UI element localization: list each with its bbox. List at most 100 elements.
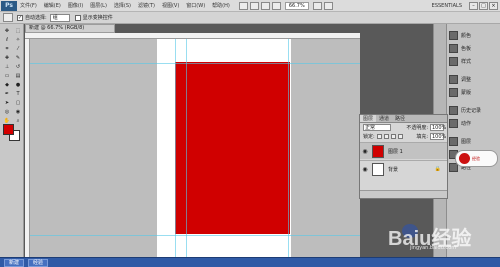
- crop-tool-icon[interactable]: ⌗: [2, 45, 12, 53]
- fill-label: 填充:: [416, 133, 428, 140]
- foreground-color-swatch[interactable]: [3, 124, 14, 135]
- fill-field[interactable]: 100%: [430, 132, 446, 140]
- actions-panel-icon: [449, 119, 458, 128]
- layer-thumbnail: [372, 162, 384, 176]
- layer-name: 图层 1: [388, 148, 403, 155]
- taskbar: 新建 经验: [0, 257, 500, 267]
- tab-channels[interactable]: 通道: [376, 115, 392, 122]
- history-panel-icon: [449, 106, 458, 115]
- tab-layers[interactable]: 图层: [360, 115, 377, 122]
- layers-panel-footer: [360, 190, 447, 198]
- app-bar-icons: 66.7%: [238, 1, 335, 10]
- dodge-tool-icon[interactable]: ●: [13, 81, 23, 89]
- red-rectangle-layer[interactable]: [174, 61, 291, 235]
- workspace-switcher[interactable]: ESSENTIALS: [432, 3, 462, 9]
- menu-file[interactable]: 文件(F): [20, 2, 37, 9]
- guide-line[interactable]: [288, 39, 289, 257]
- lasso-tool-icon[interactable]: ℓ: [2, 36, 12, 44]
- view-extras-icon[interactable]: [249, 1, 259, 10]
- eye-icon[interactable]: ◉: [361, 166, 369, 173]
- lock-position-icon[interactable]: [390, 133, 396, 139]
- photoshop-logo: Ps: [1, 0, 17, 11]
- styles-panel-icon: [449, 57, 458, 66]
- 3d-camera-icon[interactable]: ◉: [13, 108, 23, 116]
- menu-view[interactable]: 视图(V): [162, 2, 179, 9]
- minimize-icon[interactable]: –: [469, 1, 478, 10]
- history-brush-icon[interactable]: ↺: [13, 63, 23, 71]
- close-icon[interactable]: ×: [489, 1, 498, 10]
- show-transform-checkbox[interactable]: [74, 14, 81, 21]
- layer-row-layer1[interactable]: ◉ 图层 1: [360, 142, 447, 159]
- brush-tool-icon[interactable]: ✎: [13, 54, 23, 62]
- guide-line[interactable]: [186, 39, 187, 257]
- show-transform-label: 显示变换控件: [82, 15, 113, 21]
- blur-tool-icon[interactable]: ◆: [2, 81, 12, 89]
- document-tab[interactable]: 新建 @ 66.7% (RGB/8): [25, 24, 115, 33]
- opacity-label: 不透明度:: [406, 125, 428, 131]
- auto-select-dropdown[interactable]: 组: [49, 13, 70, 22]
- guide-line[interactable]: [30, 63, 360, 64]
- dock-item-actions[interactable]: 动作: [449, 118, 499, 129]
- type-tool-icon[interactable]: T: [13, 90, 23, 98]
- magic-wand-icon[interactable]: ✧: [13, 36, 23, 44]
- dock-item-swatches[interactable]: 色板: [449, 43, 499, 54]
- dock-item-history[interactable]: 历史记录: [449, 105, 499, 116]
- eye-icon[interactable]: ◉: [361, 148, 369, 155]
- options-bar: ✓ 自动选择: 组 显示变换控件: [0, 12, 500, 24]
- menu-bar: Ps 文件(F) 编辑(E) 图像(I) 图层(L) 选择(S) 滤镜(T) 视…: [0, 0, 500, 12]
- healing-brush-icon[interactable]: ✚: [2, 54, 12, 62]
- dock-item-adjustments[interactable]: 调整: [449, 74, 499, 85]
- dock-item-styles[interactable]: 样式: [449, 56, 499, 67]
- opacity-field[interactable]: 100%: [430, 124, 446, 131]
- hand-icon[interactable]: [260, 1, 270, 10]
- move-tool-preset-icon[interactable]: [3, 13, 13, 22]
- marquee-tool-icon[interactable]: ⬚: [13, 27, 23, 35]
- lock-transparent-icon[interactable]: [376, 133, 382, 139]
- lock-all-icon[interactable]: [397, 133, 403, 139]
- 3d-tool-icon[interactable]: ◎: [2, 108, 12, 116]
- move-tool-icon[interactable]: ✥: [2, 27, 12, 35]
- menu-image[interactable]: 图像(I): [68, 2, 83, 9]
- arrange-icon[interactable]: [312, 1, 322, 10]
- dock-item-color[interactable]: 颜色: [449, 30, 499, 41]
- menu-edit[interactable]: 编辑(E): [44, 2, 61, 9]
- masks-panel-icon: [449, 88, 458, 97]
- toolbox: ✥ ⬚ ℓ ✧ ⌗ ⁄ ✚ ✎ ⊥ ↺ ▭ ▤ ◆ ● ✒ T ➤ ▢ ◎ ◉ …: [0, 24, 24, 258]
- pen-tool-icon[interactable]: ✒: [2, 90, 12, 98]
- guide-line[interactable]: [175, 39, 176, 257]
- color-swatches[interactable]: [3, 124, 21, 142]
- swatches-panel-icon: [449, 44, 458, 53]
- menu-layer[interactable]: 图层(L): [90, 2, 107, 9]
- zoom-icon[interactable]: [271, 1, 281, 10]
- canvas-area[interactable]: [30, 39, 360, 257]
- auto-select-checkbox[interactable]: ✓: [17, 14, 23, 21]
- shape-tool-icon[interactable]: ▢: [13, 99, 23, 107]
- lock-pixels-icon[interactable]: [383, 133, 389, 139]
- gradient-tool-icon[interactable]: ▤: [13, 72, 23, 80]
- menu-select[interactable]: 选择(S): [114, 2, 131, 9]
- document-canvas[interactable]: [157, 39, 291, 257]
- eyedropper-icon[interactable]: ⁄: [13, 45, 23, 53]
- taskbar-item-doc[interactable]: 新建: [4, 258, 25, 267]
- layer-row-background[interactable]: ◉ 背景 🔒: [360, 160, 447, 177]
- window-controls: – □ ×: [468, 1, 498, 10]
- menu-window[interactable]: 窗口(W): [186, 2, 205, 9]
- menu-filter[interactable]: 滤镜(T): [138, 2, 155, 9]
- stamp-tool-icon[interactable]: ⊥: [2, 63, 12, 71]
- dock-item-layers[interactable]: 图层: [449, 136, 499, 147]
- screen-mode-icon[interactable]: [323, 1, 333, 10]
- taskbar-item-browser[interactable]: 经验: [28, 258, 49, 267]
- color-panel-icon: [449, 31, 458, 40]
- bridge-icon[interactable]: [238, 1, 248, 10]
- path-select-icon[interactable]: ➤: [2, 99, 12, 107]
- guide-line[interactable]: [30, 235, 360, 236]
- menu-help[interactable]: 帮助(H): [212, 2, 230, 9]
- watermark-url: jingyan.baidu.com: [410, 245, 457, 251]
- blend-mode-dropdown[interactable]: 正常: [363, 124, 391, 131]
- eraser-tool-icon[interactable]: ▭: [2, 72, 12, 80]
- tab-paths[interactable]: 路径: [392, 115, 408, 122]
- maximize-icon[interactable]: □: [479, 1, 488, 10]
- tooltip-text: 经验: [472, 156, 480, 161]
- dock-item-masks[interactable]: 蒙版: [449, 87, 499, 98]
- zoom-level[interactable]: 66.7%: [284, 1, 309, 10]
